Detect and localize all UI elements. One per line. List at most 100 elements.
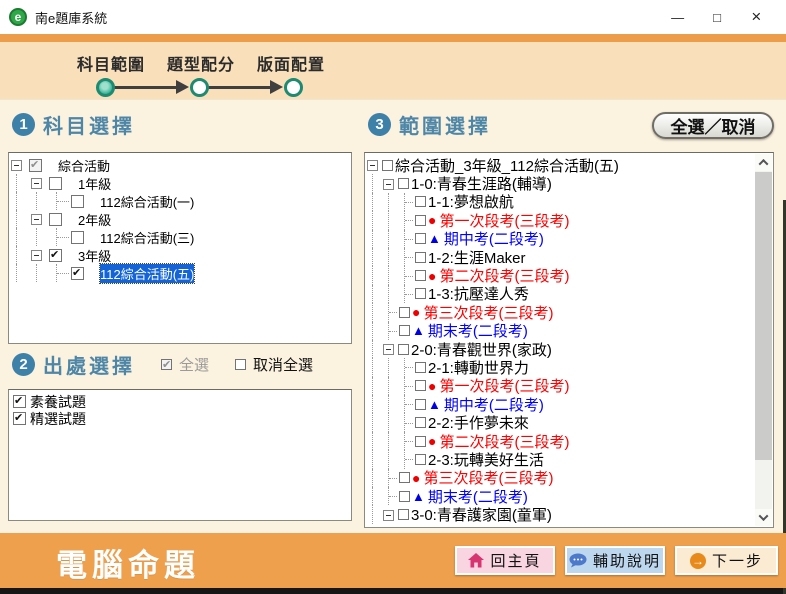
maximize-button[interactable]: □ (697, 0, 736, 34)
step-dot-1-active[interactable] (96, 78, 115, 97)
checkbox-icon[interactable] (49, 213, 62, 226)
next-step-button[interactable]: → 下一步 (675, 546, 778, 575)
tree-row[interactable]: 1年級 (11, 174, 349, 192)
scrollbar-thumb[interactable] (755, 172, 772, 460)
collapse-toggle-icon[interactable] (31, 178, 42, 189)
tree-row[interactable]: ●第三次段考(三段考) (367, 469, 753, 487)
tree-row[interactable]: 綜合活動 (11, 156, 349, 174)
tree-row[interactable]: 綜合活動_3年級_112綜合活動(五) (367, 156, 753, 174)
tree-row[interactable]: ▲期末考(二段考) (367, 322, 753, 340)
checkbox-icon[interactable] (415, 288, 426, 299)
tree-row[interactable]: ●第一次段考(三段考) (367, 211, 753, 229)
tree-row[interactable]: 3年級 (11, 246, 349, 264)
tree-row[interactable]: ●第一次段考(三段考) (367, 377, 753, 395)
tree-node-label[interactable]: 112綜合活動(三) (100, 228, 194, 247)
checkbox-icon[interactable] (415, 399, 426, 410)
checkbox-icon[interactable] (399, 491, 410, 502)
tree-row[interactable]: 1-0:青春生涯路(輔導) (367, 174, 753, 192)
checkbox-icon[interactable] (382, 160, 393, 171)
checkbox-icon[interactable] (415, 380, 426, 391)
tree-node-label[interactable]: 1年級 (78, 174, 111, 193)
checkbox-icon[interactable] (49, 177, 62, 190)
list-item[interactable]: 精選試題 (11, 410, 349, 427)
tree-row[interactable]: ▲期末考(二段考) (367, 487, 753, 505)
checkbox-icon[interactable] (235, 359, 246, 370)
collapse-toggle-icon[interactable] (31, 214, 42, 225)
collapse-toggle-icon[interactable] (383, 344, 394, 355)
checkbox-icon[interactable] (71, 231, 84, 244)
tree-row[interactable]: 3-0:青春護家園(童軍) (367, 505, 753, 523)
checkbox-icon[interactable] (71, 267, 84, 280)
collapse-toggle-icon[interactable] (383, 510, 394, 521)
checkbox-icon[interactable] (415, 196, 426, 207)
tree-row[interactable]: 2-2:手作夢未來 (367, 413, 753, 431)
tree-node-label[interactable]: 3-0:青春護家園(童軍) (411, 504, 552, 525)
collapse-toggle-icon[interactable] (31, 250, 42, 261)
step-dot-3[interactable] (284, 78, 303, 97)
tree-row[interactable]: ▲期中考(二段考) (367, 395, 753, 413)
tree-row[interactable]: 112綜合活動(五) (11, 264, 349, 282)
tree-node-label[interactable]: 2年級 (78, 210, 111, 229)
subject-tree[interactable]: 綜合活動1年級112綜合活動(一)2年級112綜合活動(三)3年級112綜合活動… (8, 152, 352, 344)
tree-node-label[interactable]: 112綜合活動(一) (100, 192, 194, 211)
collapse-toggle-icon[interactable] (367, 160, 378, 171)
checkbox-icon[interactable] (415, 436, 426, 447)
checkbox-icon[interactable] (415, 454, 426, 465)
checkbox-icon[interactable] (13, 412, 26, 425)
source-listbox[interactable]: 素養試題精選試題 (8, 389, 352, 521)
checkbox-icon[interactable] (399, 472, 410, 483)
tree-node-label[interactable]: 綜合活動 (58, 156, 110, 175)
tree-guide-line (11, 174, 31, 192)
checkbox-icon[interactable] (161, 359, 172, 370)
deselect-all-checkbox[interactable]: 取消全選 (235, 354, 313, 375)
checkbox-icon[interactable] (415, 417, 426, 428)
minimize-button[interactable]: — (658, 0, 697, 34)
tree-row[interactable]: 1-2:生涯Maker (367, 248, 753, 266)
checkbox-icon[interactable] (415, 252, 426, 263)
tree-row[interactable]: 2-1:轉動世界力 (367, 358, 753, 376)
checkbox-icon[interactable] (398, 178, 409, 189)
tree-row[interactable]: 112綜合活動(一) (11, 192, 349, 210)
tree-row[interactable]: 2年級 (11, 210, 349, 228)
close-button[interactable]: × (737, 0, 776, 34)
checkbox-icon[interactable] (415, 362, 426, 373)
select-all-toggle-button[interactable]: 全選／取消 (652, 112, 774, 139)
step-dot-2[interactable] (190, 78, 209, 97)
tree-branch-line (399, 395, 415, 413)
collapse-toggle-icon[interactable] (11, 160, 22, 171)
tree-row[interactable]: ●第二次段考(三段考) (367, 266, 753, 284)
scroll-down-icon[interactable] (755, 509, 772, 526)
help-button[interactable]: 輔助說明 (565, 546, 665, 575)
home-button[interactable]: 回主頁 (455, 546, 555, 575)
checkbox-icon[interactable] (415, 233, 426, 244)
exam-dot-icon: ● (428, 379, 436, 393)
checkbox-icon[interactable] (415, 215, 426, 226)
list-item[interactable]: 素養試題 (11, 393, 349, 410)
main-area: 1 科目選擇 綜合活動1年級112綜合活動(一)2年級112綜合活動(三)3年級… (0, 100, 786, 533)
tree-node-label[interactable]: 3年級 (78, 246, 111, 265)
checkbox-icon[interactable] (13, 395, 26, 408)
tree-row[interactable]: ▲期中考(二段考) (367, 230, 753, 248)
tree-row[interactable]: ●第二次段考(三段考) (367, 432, 753, 450)
checkbox-icon[interactable] (49, 249, 62, 262)
checkbox-icon[interactable] (399, 325, 410, 336)
checkbox-icon[interactable] (398, 509, 409, 520)
checkbox-icon[interactable] (29, 159, 42, 172)
tree-branch-line (399, 358, 415, 376)
range-tree[interactable]: 綜合活動_3年級_112綜合活動(五)1-0:青春生涯路(輔導)1-1:夢想啟航… (367, 156, 753, 524)
checkbox-icon[interactable] (71, 195, 84, 208)
tree-node-label[interactable]: 112綜合活動(五) (100, 264, 194, 283)
checkbox-icon[interactable] (399, 307, 410, 318)
checkbox-icon[interactable] (415, 270, 426, 281)
tree-row[interactable]: ●第三次段考(三段考) (367, 303, 753, 321)
tree-row[interactable]: 2-3:玩轉美好生活 (367, 450, 753, 468)
tree-row[interactable]: 112綜合活動(三) (11, 228, 349, 246)
checkbox-icon[interactable] (398, 344, 409, 355)
tree-row[interactable]: 2-0:青春觀世界(家政) (367, 340, 753, 358)
select-all-checkbox[interactable]: 全選 (161, 354, 209, 375)
collapse-toggle-icon[interactable] (383, 179, 394, 190)
tree-row[interactable]: 1-1:夢想啟航 (367, 193, 753, 211)
scroll-up-icon[interactable] (755, 154, 772, 171)
scrollbar[interactable] (755, 154, 772, 526)
tree-row[interactable]: 1-3:抗壓達人秀 (367, 285, 753, 303)
